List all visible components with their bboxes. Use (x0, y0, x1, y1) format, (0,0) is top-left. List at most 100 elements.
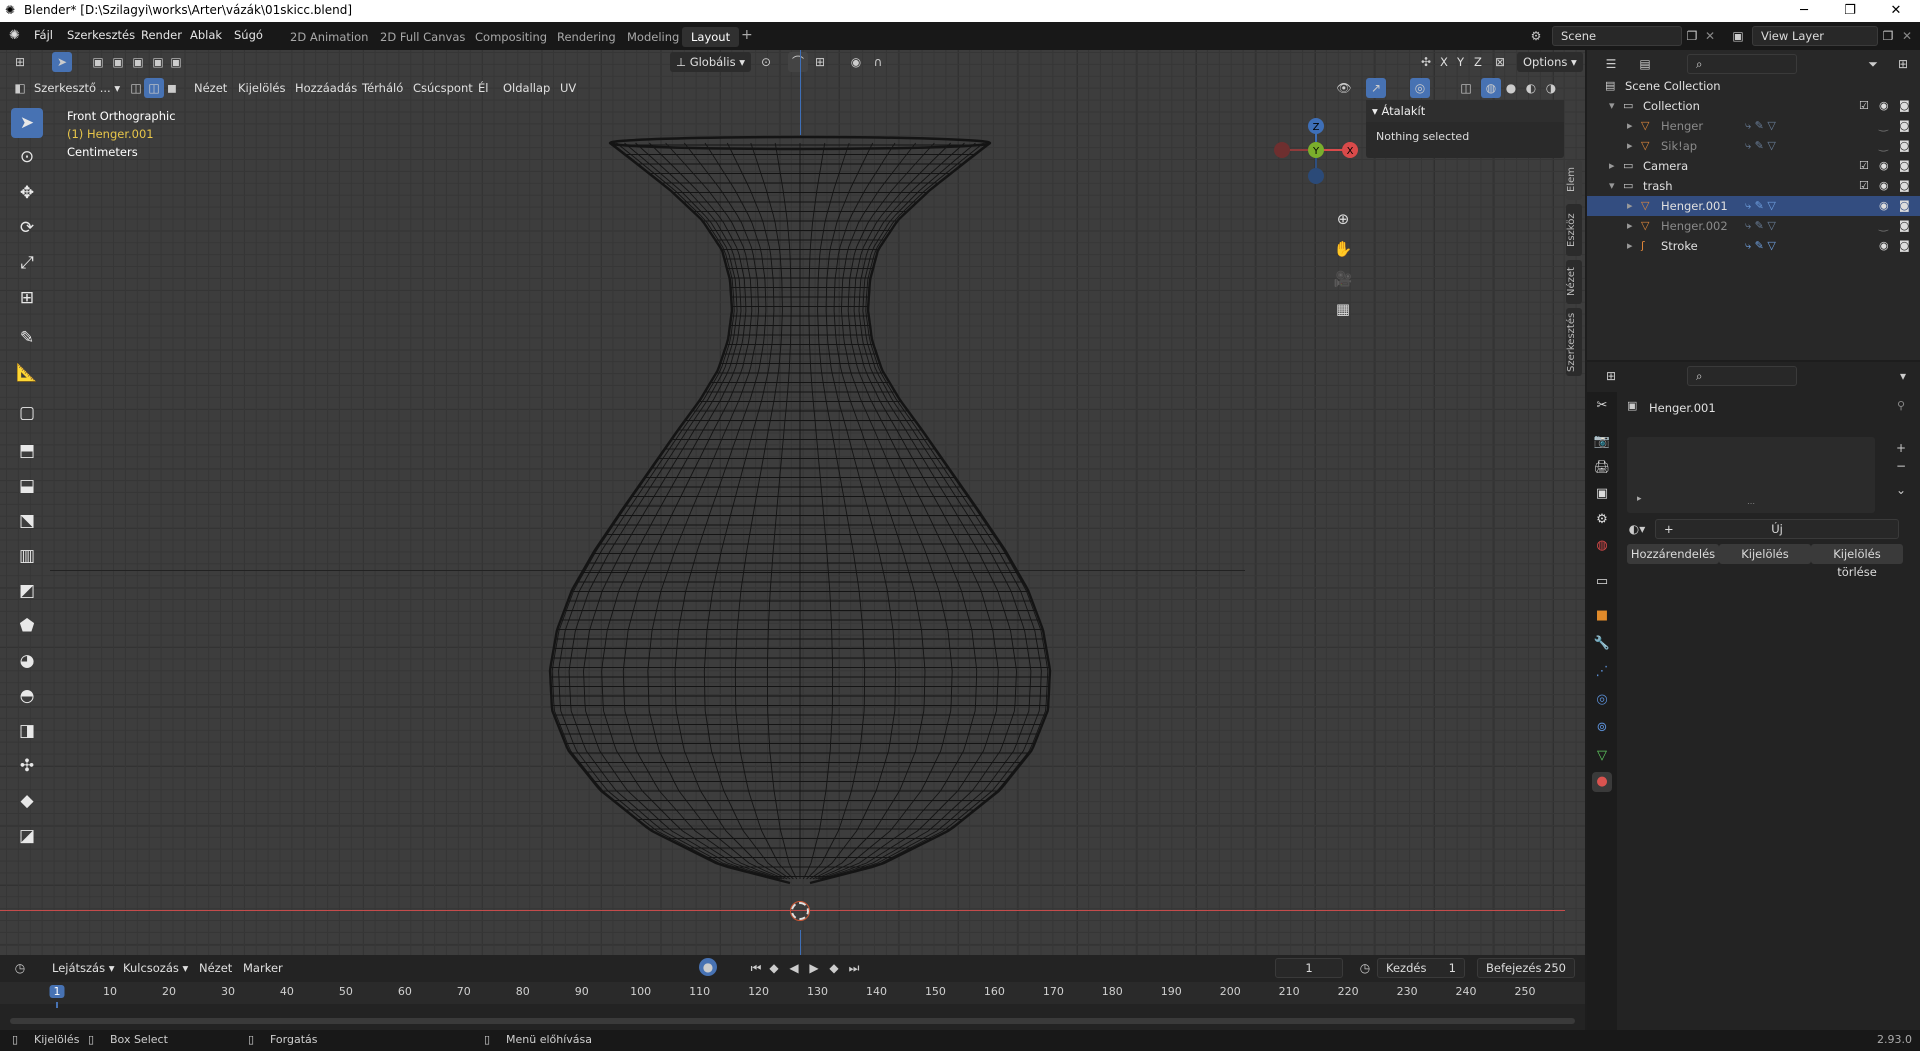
render-camera-icon[interactable]: ◙ (1899, 96, 1910, 116)
menu-file[interactable]: Fájl (34, 28, 53, 42)
navigation-gizmo[interactable]: Z X Y (1270, 110, 1370, 190)
tab-szerkesztes[interactable]: Szerkesztés (1566, 308, 1582, 376)
outliner-row[interactable]: ▾ ▭ trash ◉ ◙ ☑ (1587, 176, 1920, 196)
output-tab-icon[interactable]: 🖨 (1592, 458, 1612, 478)
object-data-icons[interactable]: ⤷ ✎ ▽ (1745, 196, 1776, 216)
render-camera-icon[interactable]: ◙ (1899, 156, 1910, 176)
outliner-search[interactable]: ⌕ (1687, 54, 1797, 74)
tab-modeling[interactable]: Modeling (618, 27, 688, 47)
tab-elem[interactable]: Elem (1566, 160, 1582, 200)
disclosure-icon[interactable]: ▸ (1627, 116, 1633, 136)
extrude-tool-icon[interactable]: ⬒ (11, 436, 43, 466)
knife-tool-icon[interactable]: ◩ (11, 576, 43, 606)
select-button[interactable]: Kijelölés (1719, 544, 1811, 564)
outliner-row[interactable]: ▾ ▭ Collection ◉ ◙ ☑ (1587, 96, 1920, 116)
timeline-editor-type-icon[interactable]: ◷ (10, 958, 30, 978)
pin-icon[interactable]: ⚲ (1897, 399, 1905, 412)
tab-eszkoz[interactable]: Eszköz (1566, 204, 1582, 256)
menu-marker[interactable]: Marker (243, 958, 283, 978)
outliner-row[interactable]: ▸ ▽ Henger.001 ◉ ◙ ⤷ ✎ ▽ (1587, 196, 1920, 216)
tool-tab-icon[interactable]: ✂ (1592, 396, 1612, 416)
next-key-icon[interactable]: ◆ (824, 958, 844, 978)
inset-tool-icon[interactable]: ⬓ (11, 471, 43, 501)
annotate-tool-icon[interactable]: ✎ (11, 323, 43, 353)
new-material-button[interactable]: + Új (1655, 519, 1899, 539)
visibility-eye-icon[interactable]: ◉ (1879, 236, 1889, 256)
resize-handle-icon[interactable]: ⋯ (1747, 499, 1755, 508)
render-camera-icon[interactable]: ◙ (1899, 176, 1910, 196)
blender-menu-icon[interactable]: ✺ (9, 28, 20, 43)
view-layer-tab-icon[interactable]: ▣ (1592, 484, 1612, 504)
play-icon[interactable]: ▶ (804, 958, 824, 978)
jump-start-icon[interactable]: ⏮ (746, 958, 766, 978)
tab-2d-animation[interactable]: 2D Animation (281, 27, 377, 47)
properties-search[interactable]: ⌕ (1687, 366, 1797, 386)
tab-compositing[interactable]: Compositing (466, 27, 556, 47)
visibility-eye-icon[interactable]: ◉ (1879, 196, 1889, 216)
outliner-row[interactable]: ▸ ʃ Stroke ◉ ◙ ⤷ ✎ ▽ (1587, 236, 1920, 256)
menu-timeline-view[interactable]: Nézet (199, 958, 232, 978)
scene-copy-icon[interactable]: ❐ (1682, 26, 1702, 46)
outliner-row[interactable]: ▸ ▭ Camera ◉ ◙ ☑ (1587, 156, 1920, 176)
display-mode-icon[interactable]: ▤ (1635, 54, 1655, 74)
menu-render[interactable]: Render (141, 28, 182, 42)
material-browse-icon[interactable]: ◐▾ (1627, 519, 1647, 539)
render-tab-icon[interactable]: 📷 (1592, 432, 1612, 452)
expand-icon[interactable]: ▸ (1637, 494, 1642, 504)
add-workspace-icon[interactable]: + (741, 27, 753, 43)
properties-options-icon[interactable]: ▾ (1893, 366, 1913, 386)
object-data-icons[interactable]: ⤷ ✎ ▽ (1745, 136, 1776, 156)
close-icon[interactable]: ✕ (1873, 0, 1919, 22)
pan-hand-icon[interactable]: ✋ (1330, 236, 1356, 262)
visibility-eye-icon[interactable]: ◉ (1879, 176, 1889, 196)
view-layer-copy-icon[interactable]: ❐ (1878, 26, 1898, 46)
select-tool-icon[interactable]: ➤ (11, 108, 43, 138)
poly-build-tool-icon[interactable]: ⬟ (11, 611, 43, 641)
view-layer-icon[interactable]: ▣ (1728, 26, 1748, 46)
disclosure-icon[interactable]: ▸ (1627, 196, 1633, 216)
smooth-tool-icon[interactable]: ◓ (11, 681, 43, 711)
ortho-grid-icon[interactable]: ▦ (1330, 296, 1356, 322)
render-camera-icon[interactable]: ◙ (1899, 116, 1910, 136)
exclude-checkbox[interactable]: ☑ (1859, 176, 1869, 196)
properties-editor[interactable]: ⊞ ⌕ ▾ ✂ 📷 🖨 ▣ ⚙ ◍ ▭ ■ 🔧 ⋰ ◎ ⊚ ▽ ● ▣ Heng… (1587, 362, 1920, 1032)
view-layer-field[interactable]: View Layer (1752, 26, 1878, 46)
3d-viewport[interactable]: ⊞ ➤ ▣ ▣ ▣ ▣ ▣ ⊥ Globális ▾ ⊙ ⌒ ⊞ ◉ ∩ ✣ X… (0, 50, 1585, 955)
add-slot-icon[interactable]: + (1891, 438, 1911, 458)
deselect-button[interactable]: Kijelölés törlése (1811, 544, 1903, 579)
auto-key-icon[interactable]: ● (699, 958, 717, 976)
transform-panel-header[interactable]: ▾ Átalakít (1366, 100, 1564, 122)
edge-slide-tool-icon[interactable]: ◨ (11, 716, 43, 746)
object-data-icons[interactable]: ⤷ ✎ ▽ (1745, 236, 1776, 256)
render-camera-icon[interactable]: ◙ (1899, 236, 1910, 256)
menu-playback[interactable]: Lejátszás ▾ (52, 958, 115, 978)
object-tab-icon[interactable]: ■ (1592, 606, 1612, 626)
visibility-eye-icon[interactable]: ◉ (1879, 96, 1889, 116)
visibility-eye-icon[interactable]: ‿ (1879, 116, 1888, 136)
tab-rendering[interactable]: Rendering (548, 27, 625, 47)
visibility-eye-icon[interactable]: ◉ (1879, 156, 1889, 176)
scene-icon[interactable]: ⚙ (1526, 26, 1546, 46)
disclosure-icon[interactable]: ▸ (1627, 136, 1633, 156)
material-tab-icon[interactable]: ● (1592, 772, 1612, 792)
object-data-icons[interactable]: ⤷ ✎ ▽ (1745, 116, 1776, 136)
clock-icon[interactable]: ◷ (1355, 958, 1375, 978)
assign-button[interactable]: Hozzárendelés (1627, 544, 1719, 564)
view-layer-delete-icon[interactable]: ✕ (1897, 26, 1917, 46)
properties-editor-type-icon[interactable]: ⊞ (1601, 366, 1621, 386)
menu-window[interactable]: Ablak (190, 28, 222, 42)
outliner-editor-type-icon[interactable]: ☰ (1601, 54, 1621, 74)
measure-tool-icon[interactable]: 📐 (11, 358, 43, 388)
render-camera-icon[interactable]: ◙ (1899, 136, 1910, 156)
outliner-row[interactable]: ▤ Scene Collection (1587, 76, 1920, 96)
render-camera-icon[interactable]: ◙ (1899, 216, 1910, 236)
modifier-tab-icon[interactable]: 🔧 (1592, 634, 1612, 654)
timeline-editor[interactable]: ◷ Lejátszás ▾ Kulcsozás ▾ Nézet Marker ●… (0, 955, 1585, 1032)
visibility-eye-icon[interactable]: ‿ (1879, 136, 1888, 156)
constraints-tab-icon[interactable]: ⊚ (1592, 718, 1612, 738)
object-data-icons[interactable]: ⤷ ✎ ▽ (1745, 216, 1776, 236)
playhead[interactable] (56, 1002, 58, 1008)
play-reverse-icon[interactable]: ◀ (784, 958, 804, 978)
tab-nezet[interactable]: Nézet (1566, 260, 1582, 304)
disclosure-icon[interactable]: ▸ (1627, 236, 1633, 256)
